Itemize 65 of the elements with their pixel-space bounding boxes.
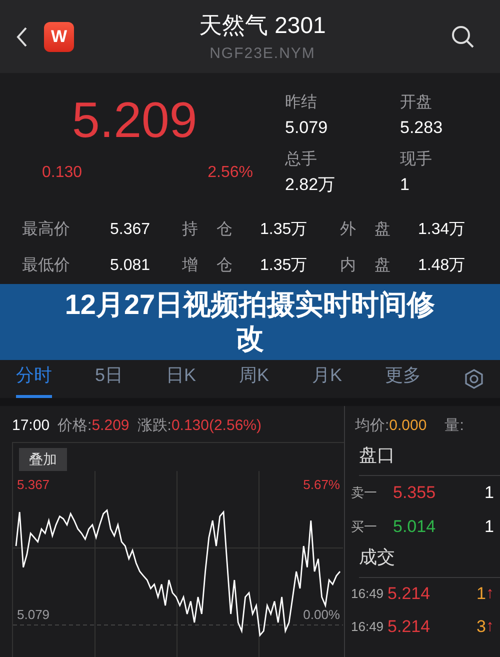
base-label: 5.079 (17, 606, 50, 624)
back-icon[interactable] (16, 26, 28, 48)
quote-price: 5.014 (393, 516, 436, 538)
trade-arrow: ↑ (486, 584, 494, 604)
detail-value: 1.34万 (418, 220, 466, 240)
trade-price: 5.214 (388, 583, 430, 606)
section-title: 盘口 (359, 444, 396, 466)
stock-code: NGF23E.NYM (210, 44, 316, 64)
high-label: 5.367 (17, 476, 50, 494)
trade-quantity: 3 (476, 616, 486, 638)
chart-time: 17:00 (12, 416, 50, 436)
quote-quantity: 1 (484, 516, 494, 538)
stat-value: 5.079 (285, 117, 329, 139)
app-logo: W (44, 22, 74, 52)
section-title: 成交 (359, 546, 396, 568)
average-label: 均价: (355, 416, 390, 436)
trade-quantity: 1 (476, 583, 486, 606)
chart-tab[interactable]: 分时 (16, 362, 52, 398)
detail-label: 增 仓 (182, 256, 234, 276)
trade-time: 16:49 (351, 618, 384, 636)
stat-value: 2.82万 (285, 174, 336, 196)
chart-tab[interactable]: 日K (166, 362, 196, 398)
average-value: 0.000 (389, 416, 427, 436)
trade-time: 16:49 (351, 585, 384, 604)
quote-label: 卖一 (351, 484, 377, 502)
high-percent: 5.67% (303, 476, 340, 494)
detail-value: 5.081 (110, 256, 152, 276)
stat-label: 昨结 (285, 92, 318, 113)
detail-value: 1.35万 (260, 256, 308, 276)
detail-label: 内 盘 (340, 256, 392, 276)
price-value: 5.209 (92, 416, 130, 436)
change-value: 0.130(2.56%) (171, 416, 262, 436)
change-label: 涨跌: (137, 416, 172, 436)
stat-label: 总手 (285, 150, 318, 170)
quote-price: 5.355 (393, 482, 436, 504)
detail-value: 1.35万 (260, 220, 308, 240)
volume-label: 量: (444, 416, 464, 436)
price-change: 0.130 (42, 163, 82, 183)
price-label: 价格: (58, 416, 92, 436)
detail-label: 最低价 (22, 256, 71, 276)
chart-tab[interactable]: 更多 (384, 362, 421, 398)
banner-title: 12月27日视频拍摄实时时间修改 (64, 288, 436, 356)
stat-label: 现手 (400, 150, 433, 170)
trade-arrow: ↑ (486, 617, 494, 637)
chart-tab[interactable]: 周K (238, 362, 269, 398)
stock-title: 天然气 2301 (199, 11, 326, 40)
overlay-button[interactable]: 叠加 (19, 448, 67, 470)
base-percent: 0.00% (303, 606, 340, 624)
quote-label: 买一 (351, 518, 377, 536)
detail-value: 1.48万 (418, 256, 466, 276)
change-percent: 2.56% (208, 163, 253, 183)
quote-quantity: 1 (484, 482, 494, 504)
stat-value: 5.283 (400, 117, 444, 139)
last-price: 5.209 (72, 95, 198, 145)
trade-price: 5.214 (388, 616, 430, 638)
stat-label: 开盘 (400, 93, 433, 113)
chart-tab[interactable]: 5日 (94, 362, 123, 398)
stat-value: 1 (400, 174, 410, 196)
detail-value: 5.367 (110, 220, 152, 240)
detail-label: 外 盘 (340, 220, 392, 240)
settings-icon[interactable] (464, 369, 484, 389)
search-icon[interactable] (451, 25, 474, 48)
chart-tab[interactable]: 月K (312, 362, 342, 398)
detail-label: 最高价 (22, 220, 71, 240)
detail-label: 持 仓 (182, 220, 234, 240)
